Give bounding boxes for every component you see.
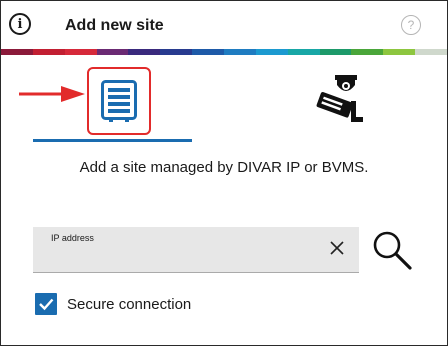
brand-stripe-segment [128, 49, 161, 55]
info-icon[interactable]: i [9, 13, 31, 35]
help-icon[interactable]: ? [401, 15, 421, 35]
secure-connection-checkbox[interactable] [35, 293, 57, 315]
ip-address-field[interactable]: IP address [33, 227, 359, 273]
checkmark-icon [39, 298, 54, 311]
brand-stripe-segment [383, 49, 416, 55]
brand-stripe-segment [319, 49, 352, 55]
dialog-frame: i Add new site ? Add a site managed by D… [0, 0, 448, 346]
brand-stripe-segment [160, 49, 193, 55]
brand-stripe-segment [64, 49, 97, 55]
brand-stripe-segment [32, 49, 65, 55]
brand-stripe-segment [96, 49, 129, 55]
tab-camera-site[interactable] [311, 71, 367, 125]
brand-stripe-segment [415, 49, 447, 55]
page-title: Add new site [65, 17, 164, 34]
server-list-icon [101, 80, 137, 122]
search-icon[interactable] [371, 229, 413, 271]
brand-stripe [1, 49, 447, 55]
tab-divar-bvms-site[interactable] [87, 67, 151, 135]
brand-stripe-segment [1, 49, 33, 55]
brand-stripe-segment [224, 49, 256, 55]
ip-address-input[interactable] [51, 251, 321, 269]
brand-stripe-segment [287, 49, 320, 55]
secure-connection-label: Secure connection [67, 296, 192, 313]
dialog-header: i Add new site ? [1, 1, 447, 51]
brand-stripe-segment [255, 49, 288, 55]
security-camera-icon [316, 75, 363, 122]
site-description: Add a site managed by DIVAR IP or BVMS. [79, 159, 369, 176]
brand-stripe-segment [351, 49, 384, 55]
brand-stripe-segment [192, 49, 225, 55]
ip-address-label: IP address [51, 233, 94, 243]
pointer-arrow [19, 86, 85, 102]
tab-selected-indicator [33, 139, 192, 142]
close-icon[interactable] [329, 240, 345, 256]
